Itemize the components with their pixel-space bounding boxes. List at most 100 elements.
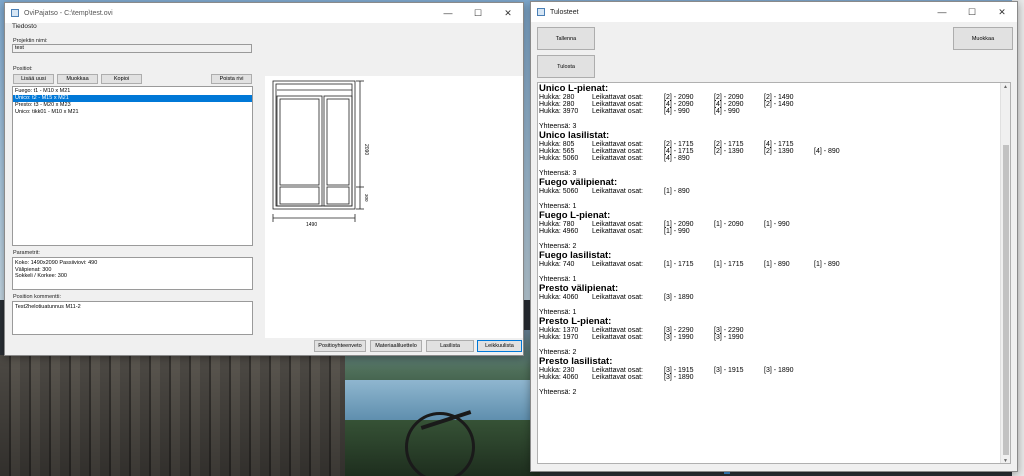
main-window: OviPajatso - C:\temp\test.ovi — ☐ ✕ Tied…: [4, 2, 524, 356]
report-window-titlebar[interactable]: Tulosteet — ☐ ✕: [531, 2, 1017, 22]
report-cell: [2] - 1390: [764, 148, 794, 155]
report-section: Presto L-pienat: Hukka: 1370 Leikattavat o…: [539, 316, 1010, 357]
desktop-fence-shade: [0, 355, 345, 476]
report-cell: Leikattavat osat:: [592, 367, 643, 374]
report-cell: Leikattavat osat:: [592, 141, 643, 148]
position-summary-button[interactable]: Positioyhteenveto: [314, 340, 366, 352]
list-item[interactable]: Fuego: t1 - M10 x M21: [13, 88, 252, 95]
material-list-button[interactable]: Materiaaliluettelo: [370, 340, 422, 352]
report-section-title: Presto lasilistat:: [539, 356, 613, 367]
report-cell: [714, 294, 764, 301]
report-cell: [3] - 1990: [664, 334, 694, 341]
report-row: Hukka: 1970 Leikattavat osat: [3] - 1990 [3…: [539, 334, 1010, 341]
report-total: Yhteensä: 2: [539, 389, 577, 396]
glass-list-button[interactable]: Lasilista: [426, 340, 474, 352]
delete-row-button[interactable]: Poista rivi: [211, 74, 252, 84]
right-leaf: [323, 95, 353, 207]
width-dimension-label: 1490: [306, 222, 317, 228]
report-cell: Hukka: 230: [539, 367, 575, 374]
window-title: Tulosteet: [550, 8, 579, 16]
report-cell: [714, 188, 764, 195]
scroll-down-icon[interactable]: ▼: [1003, 458, 1008, 463]
report-cell: Leikattavat osat:: [592, 94, 643, 101]
report-cell: Leikattavat osat:: [592, 334, 643, 341]
comment-field[interactable]: Test2helotiuatunnus M11-2: [12, 301, 253, 335]
report-total: Yhteensä: 2: [539, 243, 577, 250]
report-cell: [2] - 2090: [714, 94, 744, 101]
report-section: Presto välipienat: Hukka: 4060 Leikattavat…: [539, 284, 1010, 317]
report-cell: Hukka: 805: [539, 141, 575, 148]
add-new-button[interactable]: Lisää uusi: [13, 74, 54, 84]
save-button[interactable]: Tallenna: [537, 27, 595, 50]
scroll-thumb[interactable]: [1003, 145, 1009, 455]
report-row: Hukka: 740 Leikattavat osat: [1] - 1715 [1]…: [539, 261, 1010, 268]
positions-label: Positiot:: [13, 66, 33, 72]
report-section-title: Fuego L-pienat:: [539, 210, 611, 221]
report-row: Hukka: 805 Leikattavat osat: [2] - 1715 [2]…: [539, 141, 1010, 148]
list-item[interactable]: Presto: t3 - M20 x M23: [13, 102, 252, 109]
cut-list-button[interactable]: Leikkuulista: [477, 340, 522, 352]
positions-list[interactable]: Fuego: t1 - M10 x M21 Unico: t2 - M15 x …: [12, 86, 253, 246]
report-cell: [4] - 990: [714, 108, 740, 115]
report-total: Yhteensä: 3: [539, 170, 577, 177]
report-cell: [764, 155, 814, 162]
report-row: Hukka: 280 Leikattavat osat: [2] - 2090 [2]…: [539, 94, 1010, 101]
report-row: Hukka: 780 Leikattavat osat: [1] - 2090 [1]…: [539, 221, 1010, 228]
report-cell: [2] - 1490: [764, 94, 794, 101]
report-cell: [764, 374, 814, 381]
report-cell: Leikattavat osat:: [592, 261, 643, 268]
report-section-title: Presto L-pienat:: [539, 316, 612, 327]
report-cell: Hukka: 5060: [539, 188, 579, 195]
report-row: Hukka: 565 Leikattavat osat: [4] - 1715 [2]…: [539, 148, 1010, 155]
maximize-icon[interactable]: ☐: [957, 2, 987, 22]
report-cell: [1] - 990: [664, 228, 690, 235]
left-leaf: [276, 95, 323, 207]
report-cell: [3] - 1890: [664, 294, 694, 301]
report-cell: Leikattavat osat:: [592, 294, 643, 301]
main-window-titlebar[interactable]: OviPajatso - C:\temp\test.ovi — ☐ ✕: [5, 3, 523, 23]
report-cell: [4] - 2090: [714, 101, 744, 108]
report-cell: [4] - 890: [664, 155, 690, 162]
edit-position-button[interactable]: Muokkaa: [57, 74, 98, 84]
project-name-field[interactable]: test: [12, 44, 252, 53]
report-cell: [2] - 2090: [664, 94, 694, 101]
report-cell: [4] - 1715: [764, 141, 794, 148]
minimize-icon[interactable]: —: [927, 2, 957, 22]
report-content: Unico L-pienat: Hukka: 280 Leikattavat osa…: [538, 84, 1010, 397]
edit-report-button[interactable]: Muokkaa: [953, 27, 1013, 50]
list-item-selected[interactable]: Unico: t2 - M15 x M21: [13, 95, 252, 102]
report-cell: Hukka: 4060: [539, 294, 579, 301]
report-cell: [4] - 990: [664, 108, 690, 115]
report-cell: [2] - 1715: [714, 141, 744, 148]
maximize-icon[interactable]: ☐: [463, 3, 493, 23]
report-cell: [1] - 990: [764, 221, 790, 228]
door-inner-frame: [275, 83, 353, 207]
report-scrollbar[interactable]: ▲ ▼: [1000, 83, 1010, 463]
report-cell: Hukka: 740: [539, 261, 575, 268]
report-cell: [3] - 1915: [714, 367, 744, 374]
close-icon[interactable]: ✕: [987, 2, 1017, 22]
report-textbox[interactable]: Unico L-pienat: Hukka: 280 Leikattavat osa…: [537, 82, 1011, 464]
report-cell: [1] - 890: [814, 261, 840, 268]
menu-file[interactable]: Tiedosto: [12, 23, 37, 30]
close-icon[interactable]: ✕: [493, 3, 523, 23]
scroll-up-icon[interactable]: ▲: [1003, 84, 1008, 90]
print-button[interactable]: Tulosta: [537, 55, 595, 78]
left-leaf-base: [279, 186, 320, 205]
report-cell: [3] - 2290: [664, 327, 694, 334]
copy-position-button[interactable]: Kopioi: [101, 74, 142, 84]
report-section: Fuego välipienat: Hukka: 5060 Leikattavat …: [539, 178, 1010, 211]
parameters-box: Koko: 1490x2090 Passiiviovi: 490 Välipie…: [12, 257, 253, 290]
report-section: Presto lasilistat: Hukka: 230 Leikattavat …: [539, 356, 1010, 397]
report-cell: Hukka: 4060: [539, 374, 579, 381]
minimize-icon[interactable]: —: [433, 3, 463, 23]
right-leaf-glass: [326, 98, 350, 186]
report-cell: [2] - 1390: [714, 148, 744, 155]
report-cell: [764, 294, 814, 301]
report-cell: [1] - 890: [664, 188, 690, 195]
list-item[interactable]: Unico: tikk01 - M10 x M21: [13, 109, 252, 116]
report-total: Yhteensä: 3: [539, 123, 577, 130]
comment-label: Position kommentti:: [13, 294, 61, 300]
report-cell: [2] - 1490: [764, 101, 794, 108]
report-cell: Leikattavat osat:: [592, 221, 643, 228]
